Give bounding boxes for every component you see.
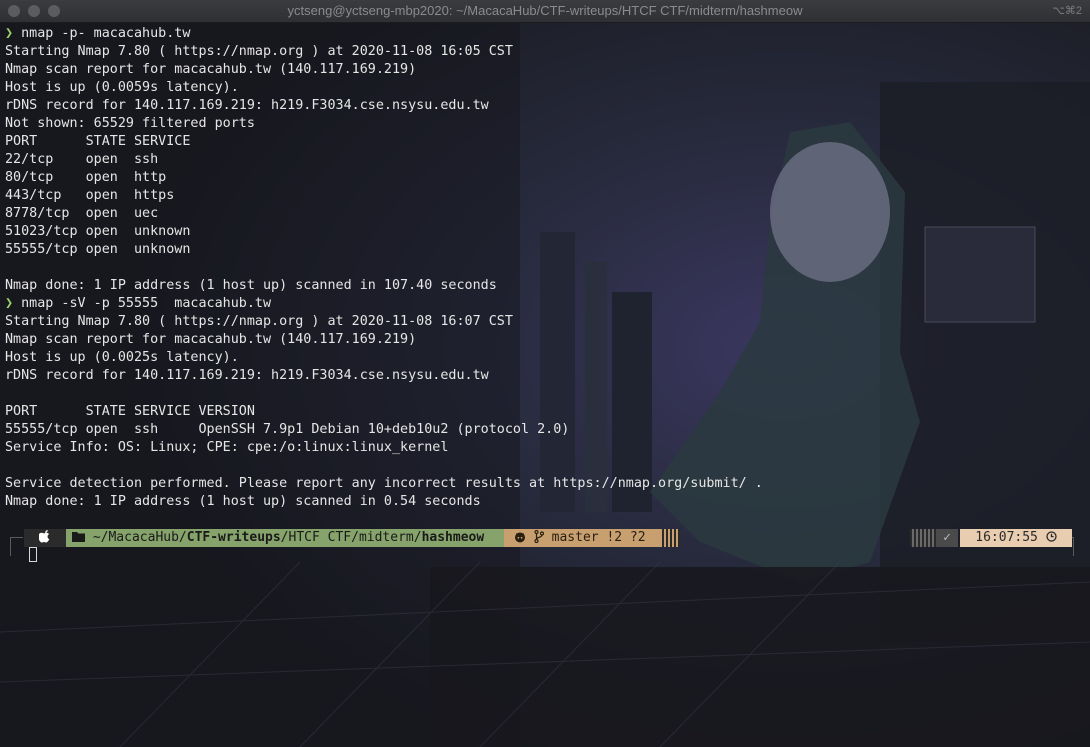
command-text: nmap -p- macacahub.tw bbox=[21, 26, 191, 41]
output-line: Nmap scan report for macacahub.tw (140.1… bbox=[5, 332, 417, 347]
output-line: Not shown: 65529 filtered ports bbox=[5, 116, 255, 131]
output-line: Nmap done: 1 IP address (1 host up) scan… bbox=[5, 494, 481, 509]
output-line: Starting Nmap 7.80 ( https://nmap.org ) … bbox=[5, 44, 513, 59]
branch-icon bbox=[534, 529, 544, 544]
command-line: ❯ nmap -sV -p 55555 macacahub.tw bbox=[5, 295, 763, 313]
prompt-time: 16:07:55 bbox=[975, 530, 1038, 545]
git-segment: master !2 ?2 bbox=[504, 529, 660, 547]
exit-status-segment: ✓ bbox=[936, 529, 958, 547]
terminal-cursor[interactable] bbox=[29, 547, 37, 562]
command-line: ❯ nmap -p- macacahub.tw bbox=[5, 25, 763, 43]
path-prefix: ~/MacacaHub/ bbox=[92, 530, 187, 545]
output-line: rDNS record for 140.117.169.219: h219.F3… bbox=[5, 98, 489, 113]
output-line: 443/tcp open https bbox=[5, 188, 175, 203]
window-title: yctseng@yctseng-mbp2020: ~/MacacaHub/CTF… bbox=[287, 3, 803, 18]
check-icon: ✓ bbox=[943, 530, 951, 545]
output-line: 51023/tcp open unknown bbox=[5, 224, 191, 239]
output-line: Nmap done: 1 IP address (1 host up) scan… bbox=[5, 278, 497, 293]
output-line: PORT STATE SERVICE bbox=[5, 134, 191, 149]
github-icon bbox=[515, 532, 525, 543]
clock-icon bbox=[1046, 531, 1057, 542]
output-line: PORT STATE SERVICE VERSION bbox=[5, 404, 255, 419]
output-line: Starting Nmap 7.80 ( https://nmap.org ) … bbox=[5, 314, 513, 329]
output-line: Service detection performed. Please repo… bbox=[5, 476, 763, 491]
prompt-chevron: ❯ bbox=[5, 296, 14, 311]
os-segment bbox=[24, 529, 66, 547]
prompt-frame-left bbox=[10, 537, 23, 556]
directory-segment: ~/MacacaHub/CTF-writeups/HTCF CTF/midter… bbox=[66, 529, 504, 547]
output-line: 22/tcp open ssh bbox=[5, 152, 159, 167]
powerline-prompt: ~/MacacaHub/CTF-writeups/HTCF CTF/midter… bbox=[10, 529, 1074, 556]
output-line: Nmap scan report for macacahub.tw (140.1… bbox=[5, 62, 417, 77]
output-line: Service Info: OS: Linux; CPE: cpe:/o:lin… bbox=[5, 440, 449, 455]
path-bold-part-1: CTF-writeups bbox=[186, 530, 281, 545]
title-bar: yctseng@yctseng-mbp2020: ~/MacacaHub/CTF… bbox=[0, 0, 1090, 23]
git-status: !2 ?2 bbox=[606, 530, 646, 545]
time-segment: 16:07:55 bbox=[960, 529, 1072, 547]
output-line: Host is up (0.0025s latency). bbox=[5, 350, 239, 365]
output-line: rDNS record for 140.117.169.219: h219.F3… bbox=[5, 368, 489, 383]
output-line: 8778/tcp open uec bbox=[5, 206, 159, 221]
output-line: Host is up (0.0059s latency). bbox=[5, 80, 239, 95]
path-current-dir: hashmeow bbox=[421, 530, 485, 545]
folder-icon bbox=[72, 532, 85, 542]
apple-icon bbox=[38, 530, 50, 543]
tab-shortcut-label: ⌥⌘2 bbox=[1052, 5, 1082, 17]
command-text: nmap -sV -p 55555 macacahub.tw bbox=[21, 296, 272, 311]
segment-divider bbox=[660, 529, 680, 547]
terminal-window: yctseng@yctseng-mbp2020: ~/MacacaHub/CTF… bbox=[0, 0, 1090, 747]
git-branch: master bbox=[551, 530, 599, 545]
segment-divider bbox=[910, 529, 936, 547]
path-middle: /HTCF CTF/midterm/ bbox=[280, 530, 422, 545]
output-line: 55555/tcp open unknown bbox=[5, 242, 191, 257]
prompt-chevron: ❯ bbox=[5, 26, 14, 41]
output-line: 80/tcp open http bbox=[5, 170, 167, 185]
terminal-output[interactable]: ❯ nmap -p- macacahub.tw Starting Nmap 7.8… bbox=[5, 25, 763, 511]
output-line: 55555/tcp open ssh OpenSSH 7.9p1 Debian … bbox=[5, 422, 570, 437]
